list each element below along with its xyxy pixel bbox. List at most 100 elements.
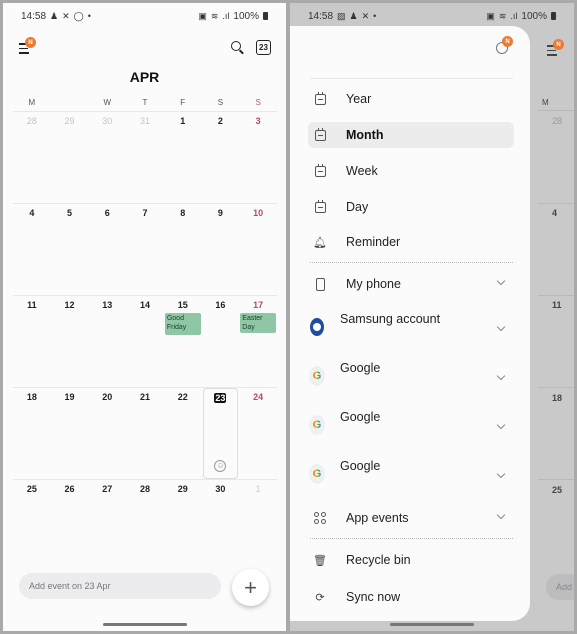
drawer-item-label: Sync now	[346, 590, 401, 604]
day-cell[interactable]: 29	[51, 112, 89, 203]
today-button[interactable]: 23	[256, 40, 271, 55]
day-cell[interactable]: 30	[202, 480, 240, 559]
day-cell[interactable]: 10	[239, 204, 277, 295]
chevron-down-icon[interactable]	[496, 322, 506, 332]
gesture-bar	[102, 623, 187, 626]
day-number: 19	[64, 392, 75, 402]
chevron-down-icon[interactable]	[496, 420, 506, 430]
day-cell[interactable]: 25	[13, 480, 51, 559]
drawer-item-app-events[interactable]: App events	[308, 505, 514, 531]
chevron-down-icon[interactable]	[496, 510, 506, 520]
day-cell[interactable]: 8	[164, 204, 202, 295]
clock: 14:58	[21, 10, 47, 22]
day-cell[interactable]: 1	[164, 112, 202, 203]
event-chip[interactable]: Easter Day	[240, 313, 276, 333]
day-cell[interactable]: 31	[126, 112, 164, 203]
day-cell[interactable]: 9	[202, 204, 240, 295]
day-number: 30	[215, 484, 226, 494]
menu-badge: N	[553, 39, 564, 50]
week-row: 4 5 6 7 8 9 10	[13, 203, 277, 295]
day-cell[interactable]: 24	[239, 388, 277, 479]
drawer-item-year[interactable]: Year	[308, 86, 514, 112]
add-event-button[interactable]: +	[232, 569, 269, 606]
day-cell[interactable]: 28	[126, 480, 164, 559]
add-event-input: Add	[546, 574, 574, 600]
missed-call-icon: ✕	[62, 10, 70, 21]
day-number: 17	[253, 300, 264, 310]
status-bar: 14:58 ♟ ✕ ◯ • ▣ ≋ .ıl 100%	[3, 3, 286, 29]
day-cell[interactable]: 22	[164, 388, 202, 479]
day-cell[interactable]: 20	[88, 388, 126, 479]
day-cell[interactable]: 26	[51, 480, 89, 559]
drawer-item-label: App events	[346, 511, 409, 525]
drawer-item-recycle-bin[interactable]: 🗑︎ Recycle bin	[308, 547, 514, 573]
weekday-label: M	[542, 98, 549, 107]
drawer-item-google[interactable]: G Google	[308, 459, 514, 493]
day-cell[interactable]: 19	[51, 388, 89, 479]
chevron-down-icon[interactable]	[496, 276, 506, 286]
day-cell[interactable]: 30	[88, 112, 126, 203]
chevron-down-icon[interactable]	[496, 371, 506, 381]
week-row: 18 19 20 21 22 23 ☺ 24	[13, 387, 277, 479]
day-cell[interactable]: 5	[51, 204, 89, 295]
day-number: 30	[102, 116, 113, 126]
day-cell[interactable]: 17 Easter Day	[239, 296, 277, 387]
day-number: 1	[180, 116, 186, 126]
month-title[interactable]: APR	[3, 69, 286, 85]
drawer-item-google[interactable]: G Google	[308, 361, 514, 395]
day-cell[interactable]: 16	[202, 296, 240, 387]
notification-icon: ♟	[349, 10, 358, 21]
day-number: 11	[27, 300, 37, 310]
week-row: 25 26 27 28 29 30 1	[13, 479, 277, 559]
day-number: 23	[214, 393, 227, 403]
day-number: 4	[29, 208, 35, 218]
notification-icon: ♟	[50, 10, 59, 21]
calendar-day-icon	[314, 199, 326, 213]
day-cell[interactable]: 2	[202, 112, 240, 203]
add-event-input[interactable]: Add event on 23 Apr	[19, 573, 221, 599]
sticker-icon[interactable]: ☺	[214, 460, 227, 472]
day-cell[interactable]: 6	[88, 204, 126, 295]
google-icon: G	[310, 367, 324, 385]
day-cell[interactable]: 11	[13, 296, 51, 387]
drawer-item-sync-now[interactable]: ⟳ Sync now	[308, 584, 514, 610]
day-cell[interactable]: 14	[126, 296, 164, 387]
day-cell[interactable]: 7	[126, 204, 164, 295]
drawer-item-month[interactable]: Month	[308, 122, 514, 148]
day-cell[interactable]: 21	[126, 388, 164, 479]
day-cell[interactable]: 29	[164, 480, 202, 559]
day-cell[interactable]: 1	[239, 480, 277, 559]
day-cell[interactable]: 28	[13, 112, 51, 203]
day-number: 22	[177, 392, 188, 402]
day-cell[interactable]: 4	[13, 204, 51, 295]
dot-icon: •	[373, 11, 377, 21]
day-cell[interactable]: 27	[88, 480, 126, 559]
day-cell[interactable]: 18	[13, 388, 51, 479]
clock: 14:58	[308, 10, 334, 22]
gesture-bar	[390, 623, 474, 626]
drawer-item-label: Reminder	[346, 235, 401, 249]
day-cell[interactable]: 13	[88, 296, 126, 387]
day-number: 2	[217, 116, 223, 126]
drawer-item-day[interactable]: Day	[308, 194, 514, 220]
date-label: 18	[552, 393, 563, 403]
day-number: 3	[255, 116, 261, 126]
signal-icon: .ıl	[510, 11, 518, 21]
drawer-item-my-phone[interactable]: My phone	[308, 271, 514, 297]
app-events-icon	[314, 512, 326, 524]
day-cell[interactable]: 12	[51, 296, 89, 387]
chevron-down-icon[interactable]	[496, 469, 506, 479]
search-icon[interactable]	[231, 41, 241, 51]
day-cell[interactable]: 3	[239, 112, 277, 203]
drawer-item-week[interactable]: Week	[308, 158, 514, 184]
drawer-item-google[interactable]: G Google	[308, 410, 514, 444]
day-number: 1	[255, 484, 261, 494]
week-row: 28 29 30 31 1 2 3	[13, 111, 277, 203]
drawer-item-reminder[interactable]: 🔔︎ Reminder	[308, 229, 514, 255]
day-cell[interactable]: 15 Good Friday	[164, 296, 202, 387]
event-chip[interactable]: Good Friday	[164, 313, 201, 335]
drawer-item-samsung-account[interactable]: Samsung account	[308, 312, 514, 346]
navigation-drawer: N Year Month Week Day 🔔︎ Reminder My pho…	[290, 26, 530, 621]
day-number: 14	[139, 300, 150, 310]
day-cell-today[interactable]: 23 ☺	[202, 388, 239, 479]
